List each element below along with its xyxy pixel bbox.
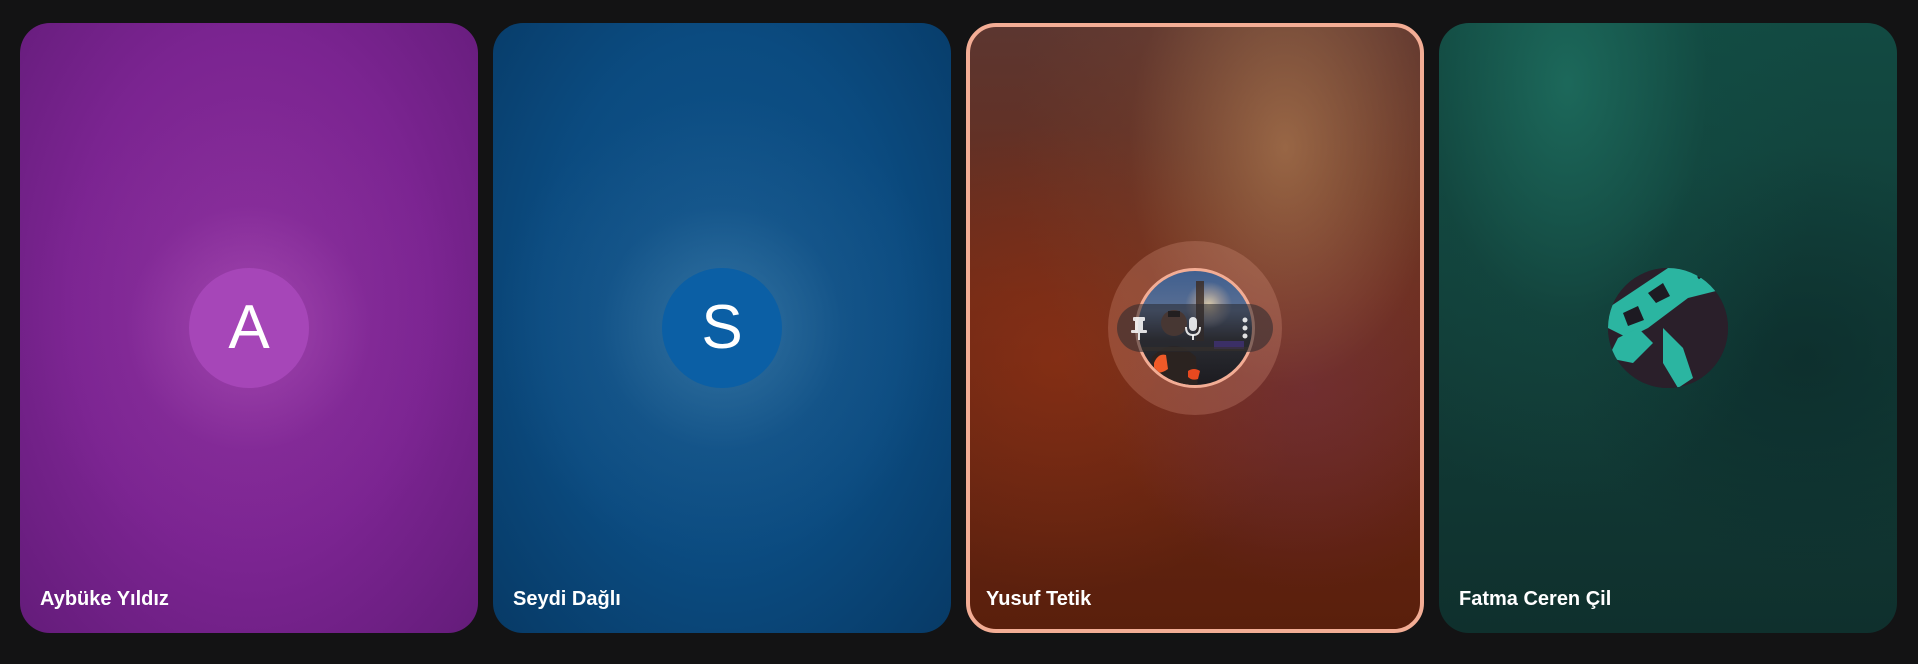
participant-name: Yusuf Tetik (986, 588, 1092, 610)
participant-tile-fatma[interactable]: Fatma Ceren Çil (1439, 23, 1897, 633)
avatar: A (189, 268, 309, 388)
participant-hover-controls (1117, 304, 1273, 352)
avatar: S (662, 268, 782, 388)
participant-tile-aybuke[interactable]: A Aybüke Yıldız (20, 23, 478, 633)
participant-tile-seydi[interactable]: S Seydi Dağlı (493, 23, 951, 633)
avatar (1608, 268, 1728, 388)
participant-tile-yusuf[interactable]: Yusuf Tetik (966, 23, 1424, 633)
illustration-avatar-icon (1608, 268, 1728, 388)
participant-name: Seydi Dağlı (513, 588, 621, 610)
more-vert-icon[interactable] (1241, 317, 1249, 344)
participant-name: Aybüke Yıldız (40, 588, 169, 610)
participant-grid: A Aybüke Yıldız S Seydi Dağlı Yusuf Teti… (20, 23, 1898, 633)
mic-icon[interactable] (1183, 315, 1203, 346)
pin-icon[interactable] (1129, 315, 1149, 346)
participant-name: Fatma Ceren Çil (1459, 588, 1612, 610)
